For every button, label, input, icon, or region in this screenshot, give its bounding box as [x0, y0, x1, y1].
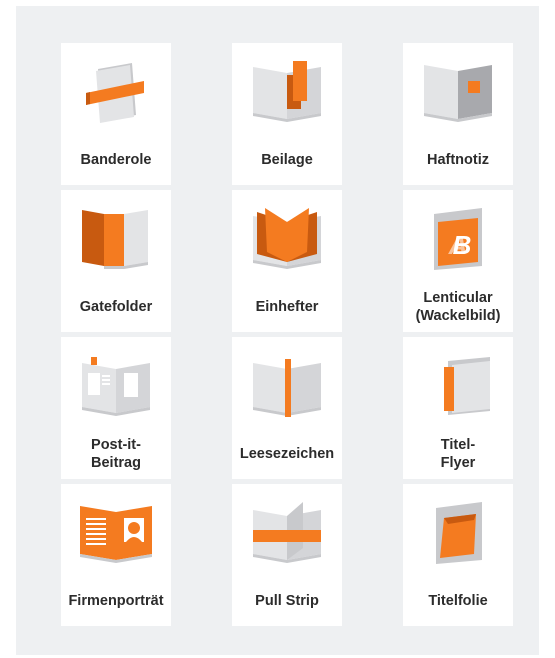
svg-text:B: B	[453, 230, 472, 260]
haftnotiz-icon	[424, 65, 492, 122]
format-label: Firmenporträt	[68, 593, 164, 609]
ad-formats-panel: Banderole Beilage Haftnotiz Gatefolder E…	[16, 6, 539, 655]
format-label: Lenticular (Wackelbild)	[415, 290, 501, 324]
lenticular-icon: A B	[434, 208, 482, 270]
format-card-beilage[interactable]: Beilage	[232, 43, 342, 185]
format-card-einhefter[interactable]: Einhefter	[232, 190, 342, 332]
format-card-post-it-beitrag[interactable]: Post-it- Beitrag	[61, 337, 171, 479]
post-it-icon	[82, 357, 150, 416]
format-card-pull-strip[interactable]: Pull Strip	[232, 484, 342, 626]
einhefter-icon	[253, 208, 321, 269]
format-label: Post-it- Beitrag	[91, 437, 141, 471]
format-card-banderole[interactable]: Banderole	[61, 43, 171, 185]
banderole-icon	[86, 63, 144, 123]
beilage-icon	[253, 61, 321, 122]
format-label: Gatefolder	[79, 299, 153, 315]
gatefolder-icon	[82, 210, 148, 269]
pull-strip-icon	[253, 502, 321, 563]
format-label: Titelfolie	[428, 593, 488, 609]
format-label: Leesezeichen	[239, 446, 335, 462]
format-label: Titel- Flyer	[440, 437, 476, 471]
titelfolie-icon	[436, 502, 482, 564]
format-card-leesezeichen[interactable]: Leesezeichen	[232, 337, 342, 479]
format-label: Banderole	[80, 152, 152, 168]
format-card-titel-flyer[interactable]: Titel- Flyer	[403, 337, 513, 479]
format-card-firmenportraet[interactable]: Firmenporträt	[61, 484, 171, 626]
format-card-titelfolie[interactable]: Titelfolie	[403, 484, 513, 626]
format-label: Haftnotiz	[426, 152, 489, 168]
format-label: Beilage	[261, 152, 313, 168]
format-card-gatefolder[interactable]: Gatefolder	[61, 190, 171, 332]
format-card-lenticular[interactable]: A B Lenticular (Wackelbild)	[403, 190, 513, 332]
format-card-haftnotiz[interactable]: Haftnotiz	[403, 43, 513, 185]
titel-flyer-icon	[444, 357, 490, 415]
firmenportraet-icon	[80, 506, 152, 563]
format-label: Pull Strip	[255, 593, 319, 609]
format-label: Einhefter	[255, 299, 319, 315]
leesezeichen-icon	[253, 359, 321, 417]
